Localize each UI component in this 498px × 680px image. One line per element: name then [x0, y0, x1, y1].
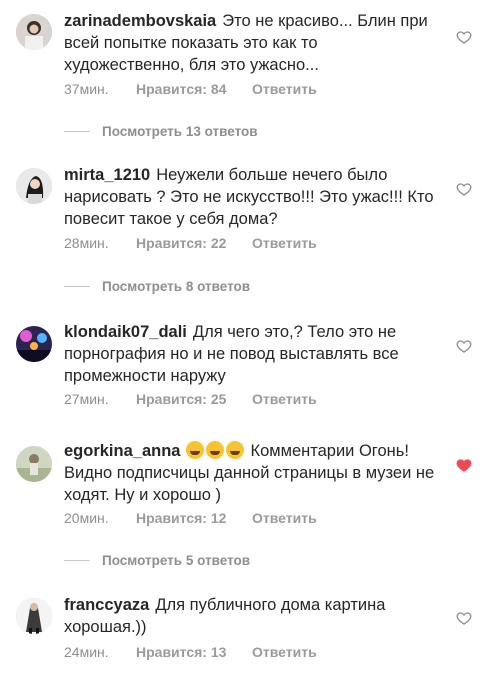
comment-text-block: zarinadembovskaia Это не красиво... Блин … — [64, 10, 438, 76]
comment-username[interactable]: klondaik07_dali — [64, 323, 187, 341]
heart-icon[interactable] — [456, 457, 472, 473]
avatar[interactable] — [16, 168, 52, 204]
avatar[interactable] — [16, 598, 52, 634]
comment-text-block: mirta_1210 Неужели больше нечего было нар… — [64, 164, 438, 230]
divider-line — [64, 286, 90, 287]
heart-icon[interactable] — [456, 610, 472, 626]
reply-button[interactable]: Ответить — [252, 644, 317, 660]
comment-time: 24мин. — [64, 644, 109, 660]
comment-text-block: franccyaza Для публичного дома картина хо… — [64, 594, 438, 638]
heart-icon[interactable] — [456, 29, 472, 45]
emoji-laugh-icon — [186, 441, 205, 459]
emoji-laugh-icon — [206, 441, 225, 459]
comment-likes[interactable]: Нравится: 13 — [136, 644, 252, 660]
view-replies-label: Посмотреть 5 ответов — [102, 553, 251, 568]
emoji-laugh-icon — [226, 441, 245, 459]
avatar[interactable] — [16, 446, 52, 482]
comment-time: 37мин. — [64, 81, 109, 97]
comment-username[interactable]: egorkina_anna — [64, 442, 180, 460]
comment-likes[interactable]: Нравится: 22 — [136, 235, 252, 251]
heart-icon[interactable] — [456, 181, 472, 197]
comment-username[interactable]: mirta_1210 — [64, 166, 150, 184]
comment-username[interactable]: franccyaza — [64, 596, 149, 614]
view-replies-button[interactable]: Посмотреть 5 ответов — [64, 553, 250, 568]
comment-likes[interactable]: Нравится: 84 — [136, 81, 252, 97]
divider-line — [64, 560, 90, 561]
reply-button[interactable]: Ответить — [252, 235, 317, 251]
comment-time: 28мин. — [64, 235, 109, 251]
view-replies-button[interactable]: Посмотреть 8 ответов — [64, 279, 250, 294]
comment-username[interactable]: zarinadembovskaia — [64, 12, 216, 30]
comment-text-block: egorkina_anna Комментарии Огонь! Видно по… — [64, 440, 438, 506]
view-replies-label: Посмотреть 8 ответов — [102, 279, 251, 294]
reply-button[interactable]: Ответить — [252, 81, 317, 97]
comment-text-block: klondaik07_dali Для чего это,? Тело это н… — [64, 321, 438, 387]
comment-time: 27мин. — [64, 391, 109, 407]
reply-button[interactable]: Ответить — [252, 510, 317, 526]
divider-line — [64, 131, 90, 132]
heart-icon[interactable] — [456, 338, 472, 354]
reply-button[interactable]: Ответить — [252, 391, 317, 407]
view-replies-label: Посмотреть 13 ответов — [102, 124, 258, 139]
comment-likes[interactable]: Нравится: 12 — [136, 510, 252, 526]
avatar[interactable] — [16, 326, 52, 362]
avatar[interactable] — [16, 14, 52, 50]
comment-time: 20мин. — [64, 510, 109, 526]
view-replies-button[interactable]: Посмотреть 13 ответов — [64, 124, 258, 139]
comment-likes[interactable]: Нравится: 25 — [136, 391, 252, 407]
